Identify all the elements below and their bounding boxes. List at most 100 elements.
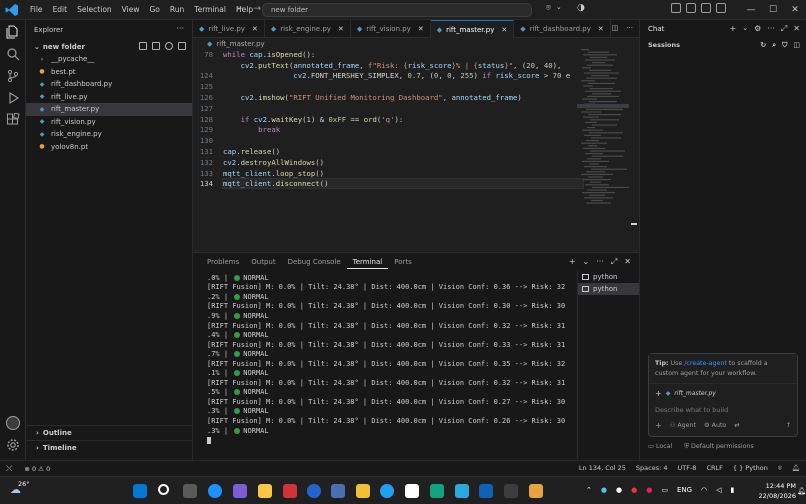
end-of-line[interactable]: CRLF xyxy=(706,464,722,473)
manage-gear-icon[interactable] xyxy=(6,438,20,452)
maximize-icon[interactable]: ☐ xyxy=(762,0,784,20)
sidebar-toggle-icon[interactable]: ◫ xyxy=(793,41,800,50)
add-icon[interactable]: + xyxy=(655,421,662,430)
code-line[interactable]: 127 xyxy=(193,103,583,114)
auto-model-picker[interactable]: ⚙ Auto xyxy=(704,422,726,429)
permissions-picker[interactable]: ⛨ Default permissions xyxy=(684,443,753,451)
code-area[interactable]: 78 while cap.isOpened(): cv2.putText(anno… xyxy=(193,49,584,190)
vscode-active-taskbar-icon[interactable] xyxy=(331,484,345,498)
panel-tab-terminal[interactable]: Terminal xyxy=(346,256,389,269)
code-line[interactable]: 133 mqtt_client.loop_stop() xyxy=(193,168,583,179)
terminal-prompt-line[interactable] xyxy=(207,435,577,445)
extensions-icon[interactable] xyxy=(6,113,20,127)
close-tab-icon[interactable]: ✕ xyxy=(338,25,344,33)
forward-arrow-icon[interactable]: → xyxy=(254,4,262,14)
indentation[interactable]: Spaces: 4 xyxy=(636,464,668,473)
panel-tab-problems[interactable]: Problems xyxy=(201,256,245,268)
menu-item-run[interactable]: Run xyxy=(165,3,189,16)
file-tree-item[interactable]: ◆ rift_dashboard.py xyxy=(26,78,192,91)
editor-tab[interactable]: ◆ rift_dashboard.py ✕ xyxy=(514,20,611,38)
tray-app4-icon[interactable]: ● xyxy=(646,486,652,494)
notification-bell-icon[interactable]: 🔔︎ xyxy=(797,487,806,495)
explorer-icon[interactable] xyxy=(6,25,20,39)
toggle-panel-icon[interactable] xyxy=(701,3,711,13)
remote-indicator-icon[interactable]: ⤬ xyxy=(0,464,18,474)
hp-app-icon[interactable] xyxy=(307,484,321,498)
menu-item-edit[interactable]: Edit xyxy=(48,3,73,16)
code-line[interactable]: 124 cv2.FONT_HERSHEY_SIMPLEX, 0.7, (0, 0… xyxy=(193,71,583,82)
minimap[interactable] xyxy=(577,49,629,229)
python-app-icon[interactable] xyxy=(529,484,543,498)
terminal-instance[interactable]: python xyxy=(578,283,639,295)
volume-icon[interactable]: ◁ xyxy=(716,486,721,494)
close-tab-icon[interactable]: ✕ xyxy=(418,25,424,33)
refresh-icon[interactable] xyxy=(165,42,173,50)
tray-app3-icon[interactable]: ● xyxy=(631,486,637,494)
notion-icon[interactable] xyxy=(405,484,419,498)
tray-app1-icon[interactable]: ● xyxy=(601,486,607,494)
customize-layout-icon[interactable] xyxy=(671,3,681,13)
file-tree-item[interactable]: ● yolov8n.pt xyxy=(26,141,192,154)
code-line[interactable]: 129 break xyxy=(193,125,583,136)
panel-more-icon[interactable]: ··· xyxy=(596,257,604,267)
code-line[interactable]: 131 cap.release() xyxy=(193,146,583,157)
panel-tab-output[interactable]: Output xyxy=(245,256,281,268)
close-tab-icon[interactable]: ✕ xyxy=(501,26,507,34)
maximize-panel-icon[interactable]: ⤢ xyxy=(611,257,617,267)
file-tree-item[interactable]: ◆ rift_live.py xyxy=(26,91,192,104)
copilot-app-icon[interactable] xyxy=(233,484,247,498)
split-editor-icon[interactable]: ◫ xyxy=(612,24,619,32)
search-icon[interactable]: ⌕ xyxy=(772,41,776,50)
new-folder-icon[interactable] xyxy=(152,42,160,50)
editor-tab[interactable]: ◆ rift_live.py ✕ xyxy=(193,20,265,38)
new-file-icon[interactable] xyxy=(139,42,147,50)
account-sync-icon[interactable]: ◑ xyxy=(577,3,585,13)
refresh-icon[interactable]: ↻ xyxy=(760,41,766,50)
panel-tab-debug-console[interactable]: Debug Console xyxy=(282,256,347,268)
language-mode[interactable]: { } Python xyxy=(733,464,768,473)
file-tree-item[interactable]: ◆ rift_master.py xyxy=(26,103,192,116)
wifi-icon[interactable]: ◠ xyxy=(701,486,707,494)
notepad-icon[interactable] xyxy=(455,484,469,498)
mcafee-icon[interactable] xyxy=(283,484,297,498)
copilot-icon[interactable]: ⌾ xyxy=(546,3,551,13)
maximize-chat-icon[interactable]: ⤢ xyxy=(781,24,787,34)
chevron-down-icon[interactable]: ⌄ xyxy=(742,24,748,34)
command-center[interactable]: new folder xyxy=(262,3,532,17)
tools-icon[interactable]: ⇄ xyxy=(734,422,739,429)
file-tree-item[interactable]: ● best.pt xyxy=(26,66,192,79)
panel-tab-ports[interactable]: Ports xyxy=(388,256,418,268)
code-line[interactable]: 125 xyxy=(193,81,583,92)
file-tree-item[interactable]: › __pycache__ xyxy=(26,53,192,66)
file-tree-item[interactable]: ◆ rift_vision.py xyxy=(26,116,192,129)
close-panel-icon[interactable]: ✕ xyxy=(624,257,631,267)
terminal-output[interactable]: .0% | NORMAL [RIFT Fusion] M: 0.0% | Tilt… xyxy=(207,273,577,445)
language-indicator[interactable]: ENG xyxy=(677,486,692,494)
code-line[interactable]: 126 cv2.imshow("RIFT Unified Monitoring … xyxy=(193,92,583,103)
close-chat-icon[interactable]: ✕ xyxy=(793,24,800,34)
toggle-secondary-sidebar-icon[interactable] xyxy=(716,3,726,13)
chatgpt-icon[interactable] xyxy=(430,484,444,498)
menu-item-file[interactable]: File xyxy=(25,3,48,16)
code-line[interactable]: 130 xyxy=(193,135,583,146)
chat-prompt-input[interactable]: Describe what to build xyxy=(649,403,797,417)
file-explorer-icon[interactable] xyxy=(356,484,370,498)
vscode-icon[interactable] xyxy=(479,484,493,498)
editor-more-icon[interactable]: ··· xyxy=(626,24,633,32)
local-toggle[interactable]: ▭ Local xyxy=(648,443,672,451)
editor-tab[interactable]: ◆ rift_vision.py ✕ xyxy=(351,20,431,38)
code-line[interactable]: 128 if cv2.waitKey(1) & 0xFF == ord('q')… xyxy=(193,114,583,125)
editor-tab[interactable]: ◆ rift_master.py ✕ xyxy=(430,20,515,38)
battery-icon[interactable]: ▮ xyxy=(731,486,735,494)
timeline-section[interactable]: › Timeline xyxy=(26,440,193,454)
menu-item-view[interactable]: View xyxy=(117,3,145,16)
new-chat-icon[interactable]: + xyxy=(730,24,737,34)
context-file-chip[interactable]: rift_master.py xyxy=(674,390,715,397)
create-agent-link[interactable]: /create-agent xyxy=(684,360,727,367)
minimize-icon[interactable]: — xyxy=(740,0,762,20)
outline-section[interactable]: › Outline xyxy=(26,425,193,439)
chrome-icon[interactable] xyxy=(380,484,394,498)
chevron-down-icon[interactable]: ⌄ xyxy=(583,257,590,267)
file-tree-item[interactable]: ◆ risk_engine.py xyxy=(26,128,192,141)
source-control-icon[interactable] xyxy=(6,69,20,83)
